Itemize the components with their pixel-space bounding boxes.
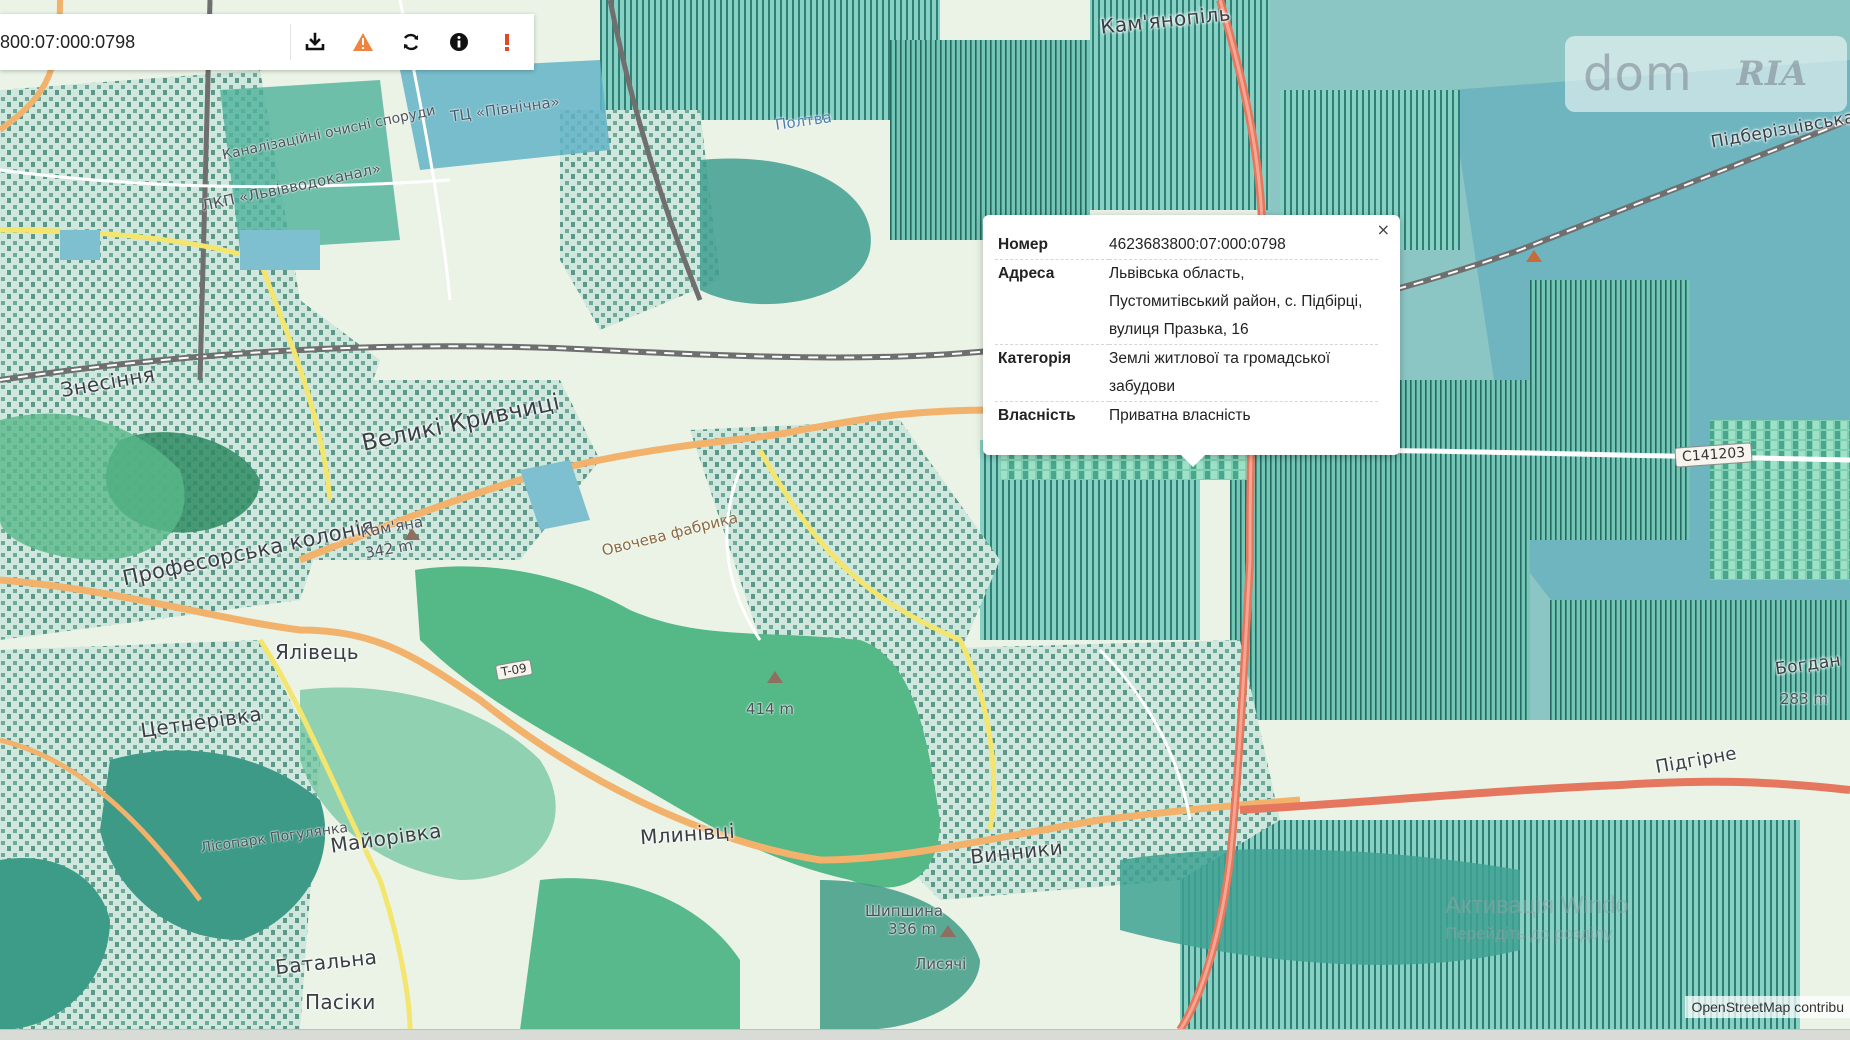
info-icon — [450, 33, 468, 51]
cadastral-toolbar — [0, 14, 534, 70]
parcel-info-popup: × Номер 4623683800:07:000:0798 Адреса Ль… — [983, 215, 1400, 467]
map-canvas[interactable]: Кам'янопіль Великі Кривчиці Знесіння Про… — [0, 0, 1850, 1030]
parcel-category-key: Категорія — [995, 344, 1109, 402]
elevation-label-414: 414 m — [746, 700, 795, 718]
elevation-label-336: 336 m — [888, 920, 937, 938]
parcel-address-value: Львівська область, Пустомитівський район… — [1109, 259, 1378, 345]
parcel-category-value: Землі житлової та громадської забудови — [1109, 344, 1378, 402]
bottom-scroll-bar[interactable] — [0, 1029, 1850, 1040]
windows-activation-watermark: Активація Windo Перейдіть до розділу — [1445, 892, 1629, 944]
map-attribution[interactable]: OpenStreetMap contribu — [1685, 996, 1850, 1018]
exclamation-icon — [505, 34, 509, 51]
parcel-number-key: Номер — [998, 236, 1049, 253]
category-line: забудови — [1109, 378, 1176, 395]
address-line: вулиця Празька, 16 — [1109, 321, 1249, 338]
table-row: Власність Приватна власність — [995, 401, 1378, 430]
peak-label-lysiachi: Лисячі — [915, 955, 967, 973]
cadastral-number-input[interactable] — [0, 22, 290, 62]
parcel-number-value: 4623683800:07:000:0798 — [1109, 236, 1286, 253]
download-button[interactable] — [291, 14, 339, 70]
download-icon — [305, 32, 325, 51]
table-row: Адреса Львівська область, Пустомитівськи… — [995, 259, 1378, 345]
windows-activation-subtitle: Перейдіть до розділу — [1445, 924, 1613, 943]
refresh-button[interactable] — [387, 14, 435, 70]
parcel-info-table: Номер 4623683800:07:000:0798 Адреса Льві… — [995, 231, 1378, 430]
warning-icon — [353, 33, 373, 51]
parcel-ownership-value: Приватна власність — [1109, 401, 1378, 430]
windows-activation-title: Активація Windo — [1445, 892, 1629, 919]
address-line: Львівська область, — [1109, 265, 1245, 282]
map-base-layer — [0, 0, 1850, 1030]
table-row: Категорія Землі житлової та громадської … — [995, 344, 1378, 402]
report-warning-button[interactable] — [339, 14, 387, 70]
parcel-ownership-key: Власність — [995, 401, 1109, 430]
peak-label-shypshyna: Шипшина — [865, 902, 944, 920]
popup-close-button[interactable]: × — [1377, 220, 1390, 239]
alert-button[interactable] — [483, 14, 531, 70]
table-row: Номер 4623683800:07:000:0798 — [995, 231, 1378, 260]
watermark-dom-text: dom — [1583, 46, 1693, 102]
domria-watermark: dom RIA — [1565, 36, 1847, 112]
place-label-pasiky: Пасіки — [305, 990, 376, 1014]
info-button[interactable] — [435, 14, 483, 70]
watermark-ria-text: RIA — [1736, 54, 1808, 94]
parcel-address-key: Адреса — [995, 259, 1109, 345]
category-line: Землі житлової та громадської — [1109, 350, 1331, 367]
place-label-yalivets: Ялівець — [275, 640, 359, 664]
elevation-label-283: 283 m — [1780, 690, 1829, 708]
refresh-icon — [403, 33, 419, 51]
address-line: Пустомитівський район, с. Підбірці, — [1109, 293, 1363, 310]
